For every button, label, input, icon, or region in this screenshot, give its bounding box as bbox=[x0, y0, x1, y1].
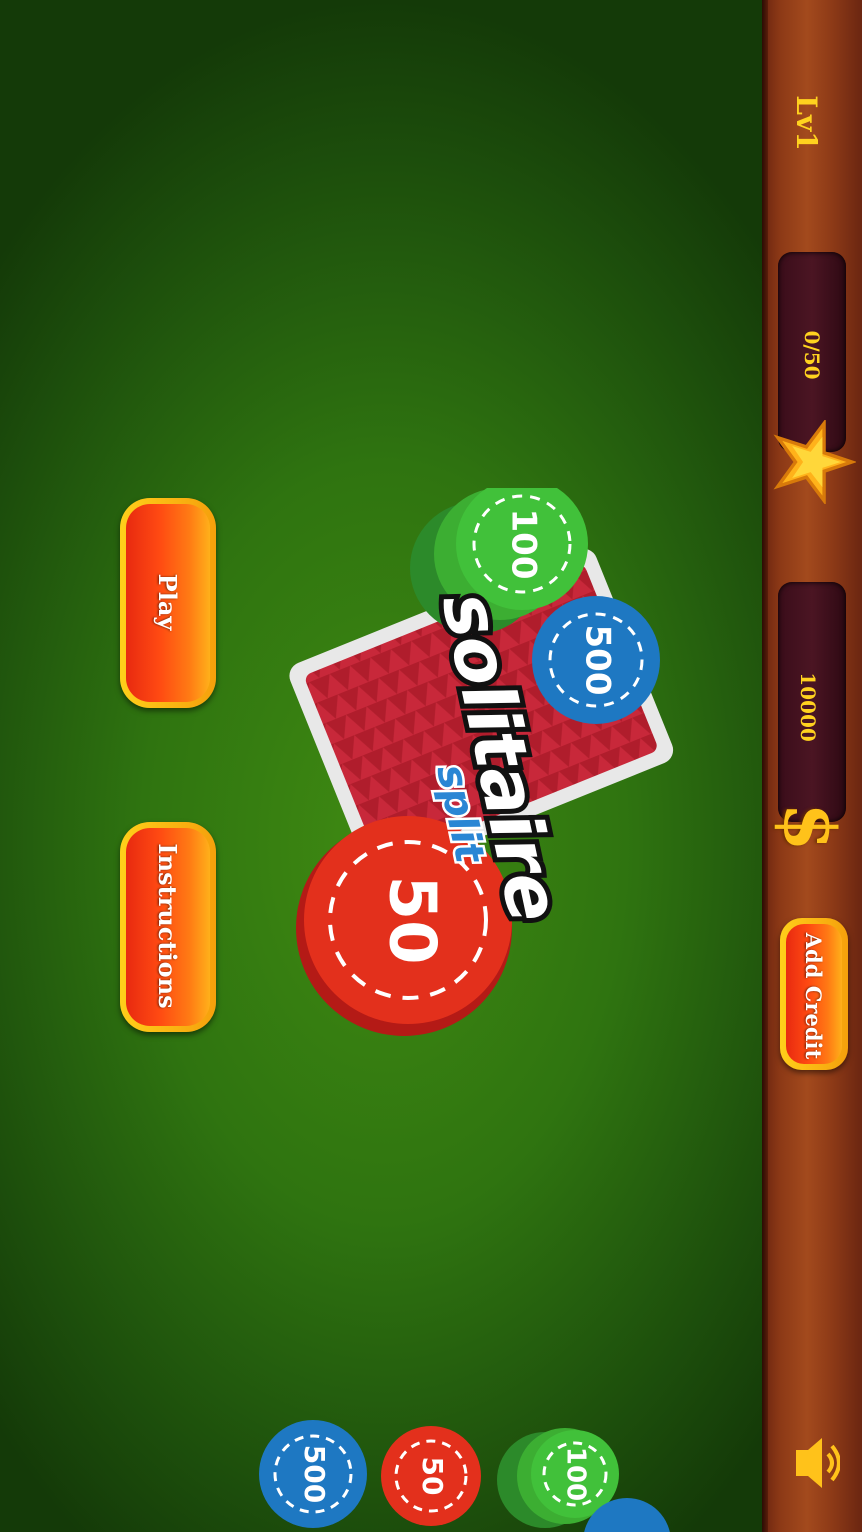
blue-chip-value: 500 bbox=[578, 625, 618, 696]
red-chip-value: 50 bbox=[374, 875, 448, 964]
credits-value: 10000 bbox=[796, 672, 820, 742]
level-label: Lv1 bbox=[790, 95, 824, 151]
blue-chip: 500 bbox=[532, 596, 660, 724]
star-icon bbox=[773, 420, 856, 504]
bottom-chips: 500 50 100 bbox=[259, 1420, 670, 1532]
svg-text:500: 500 bbox=[298, 1445, 331, 1503]
svg-text:100: 100 bbox=[561, 1447, 591, 1501]
green-chip-value: 100 bbox=[504, 509, 544, 580]
instructions-button[interactable]: Instructions bbox=[120, 822, 216, 1032]
add-credit-label: Add Credit bbox=[801, 932, 827, 1060]
bottom-blue-chip: 500 bbox=[259, 1420, 367, 1528]
sound-icon[interactable] bbox=[790, 1432, 840, 1494]
play-label: Play bbox=[153, 573, 183, 631]
dollar-icon: $ bbox=[768, 802, 852, 852]
stars-value: 0/50 bbox=[800, 330, 824, 380]
instructions-label: Instructions bbox=[153, 843, 183, 1009]
play-button[interactable]: Play bbox=[120, 498, 216, 708]
game-logo: 100 500 50 solitaire split bbox=[289, 488, 674, 1036]
add-credit-button[interactable]: Add Credit bbox=[780, 918, 848, 1070]
bottom-red-chip: 50 bbox=[381, 1426, 481, 1526]
svg-text:50: 50 bbox=[416, 1457, 449, 1496]
